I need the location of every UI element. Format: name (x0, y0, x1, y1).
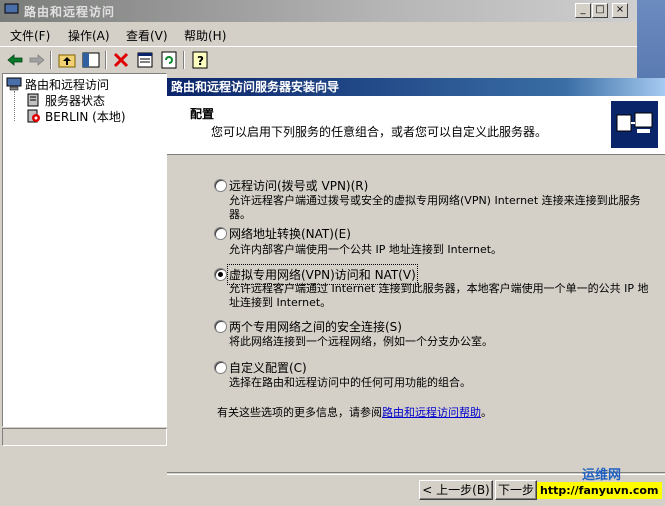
menu-action[interactable]: 操作(A) (68, 27, 110, 44)
svg-text:?: ? (197, 54, 204, 68)
option-nat-desc: 允许内部客户端使用一个公共 IP 地址连接到 Internet。 (229, 243, 503, 256)
wizard-title: 路由和远程访问服务器安装向导 (167, 78, 665, 96)
up-folder-icon[interactable] (57, 50, 77, 70)
menu-file[interactable]: 文件(F) (10, 27, 50, 44)
tree-line (14, 91, 16, 121)
option-custom-config-label[interactable]: 自定义配置(C) (229, 359, 307, 376)
toolbar-separator (50, 51, 52, 69)
watermark-banner: http://fanyuvn.com (537, 482, 662, 499)
toolbar-separator (183, 51, 185, 69)
back-button[interactable]: < 上一步(B) (419, 480, 493, 500)
forward-arrow-icon[interactable] (27, 50, 47, 70)
help-link[interactable]: 路由和远程访问帮助 (382, 406, 481, 419)
tree-item-server-status[interactable]: 服务器状态 (45, 92, 105, 109)
toolbar: ? (0, 46, 637, 73)
properties-icon[interactable] (135, 50, 155, 70)
close-button[interactable]: × (612, 3, 628, 18)
option-vpn-nat-desc: 允许远程客户端通过 Internet 连接到此服务器，本地客户端使用一个单一的公… (229, 282, 649, 309)
option-secure-connection-label[interactable]: 两个专用网络之间的安全连接(S) (229, 318, 402, 335)
menu-help[interactable]: 帮助(H) (184, 27, 226, 44)
title-bar: 路由和远程访问 _ □ × (0, 0, 637, 22)
option-vpn-nat-label[interactable]: 虚拟专用网络(VPN)访问和 NAT(V) (227, 264, 418, 285)
tree-root[interactable]: 路由和远程访问 (25, 76, 109, 93)
more-info-prefix: 有关这些选项的更多信息，请参阅 (217, 406, 382, 419)
radio-vpn-nat[interactable] (214, 268, 227, 281)
next-button[interactable]: 下一步 (495, 480, 537, 500)
delete-icon[interactable] (111, 50, 131, 70)
refresh-icon[interactable] (159, 50, 179, 70)
wizard-header: 配置 您可以启用下列服务的任意组合，或者您可以自定义此服务器。 (167, 96, 665, 155)
radio-secure-connection[interactable] (214, 320, 227, 333)
watermark-brand: 运维网 (582, 468, 622, 483)
server-stopped-icon (27, 109, 40, 123)
radio-nat[interactable] (214, 227, 227, 240)
help-icon[interactable]: ? (190, 50, 210, 70)
status-bar (2, 428, 167, 446)
menu-view[interactable]: 查看(V) (126, 27, 168, 44)
wizard-header-subtitle: 您可以启用下列服务的任意组合，或者您可以自定义此服务器。 (211, 125, 548, 139)
network-config-icon (611, 101, 658, 148)
show-tree-icon[interactable] (81, 50, 101, 70)
option-nat-label[interactable]: 网络地址转换(NAT)(E) (229, 225, 351, 242)
menu-bar: 文件(F) 操作(A) 查看(V) 帮助(H) (0, 24, 637, 44)
toolbar-separator (105, 51, 107, 69)
minimize-button[interactable]: _ (575, 3, 591, 18)
tree-item-berlin[interactable]: BERLIN (本地) (45, 108, 126, 125)
wizard-header-title: 配置 (190, 107, 215, 121)
radio-custom-config[interactable] (214, 361, 227, 374)
more-info-text: 有关这些选项的更多信息，请参阅路由和远程访问帮助。 (217, 404, 492, 420)
server-status-icon (27, 93, 39, 107)
back-arrow-icon[interactable] (5, 50, 25, 70)
option-secure-connection-desc: 将此网络连接到一个远程网络，例如一个分支办公室。 (229, 335, 493, 348)
option-custom-config-desc: 选择在路由和远程访问中的任何可用功能的组合。 (229, 376, 471, 389)
more-info-suffix: 。 (481, 406, 492, 419)
option-remote-access-label[interactable]: 远程访问(拨号或 VPN)(R) (229, 177, 368, 194)
routing-root-icon (6, 77, 22, 91)
setup-wizard: 路由和远程访问服务器安装向导 配置 您可以启用下列服务的任意组合，或者您可以自定… (167, 78, 665, 506)
tree-pane: 路由和远程访问 服务器状态 BERLIN (本地) (2, 73, 167, 427)
maximize-button[interactable]: □ (592, 3, 608, 18)
option-remote-access-desc: 允许远程客户端通过拨号或安全的虚拟专用网络(VPN) Internet 连接来连… (229, 194, 641, 221)
radio-remote-access[interactable] (214, 179, 227, 192)
routing-app-icon (4, 3, 19, 17)
window-title: 路由和远程访问 (24, 5, 116, 19)
